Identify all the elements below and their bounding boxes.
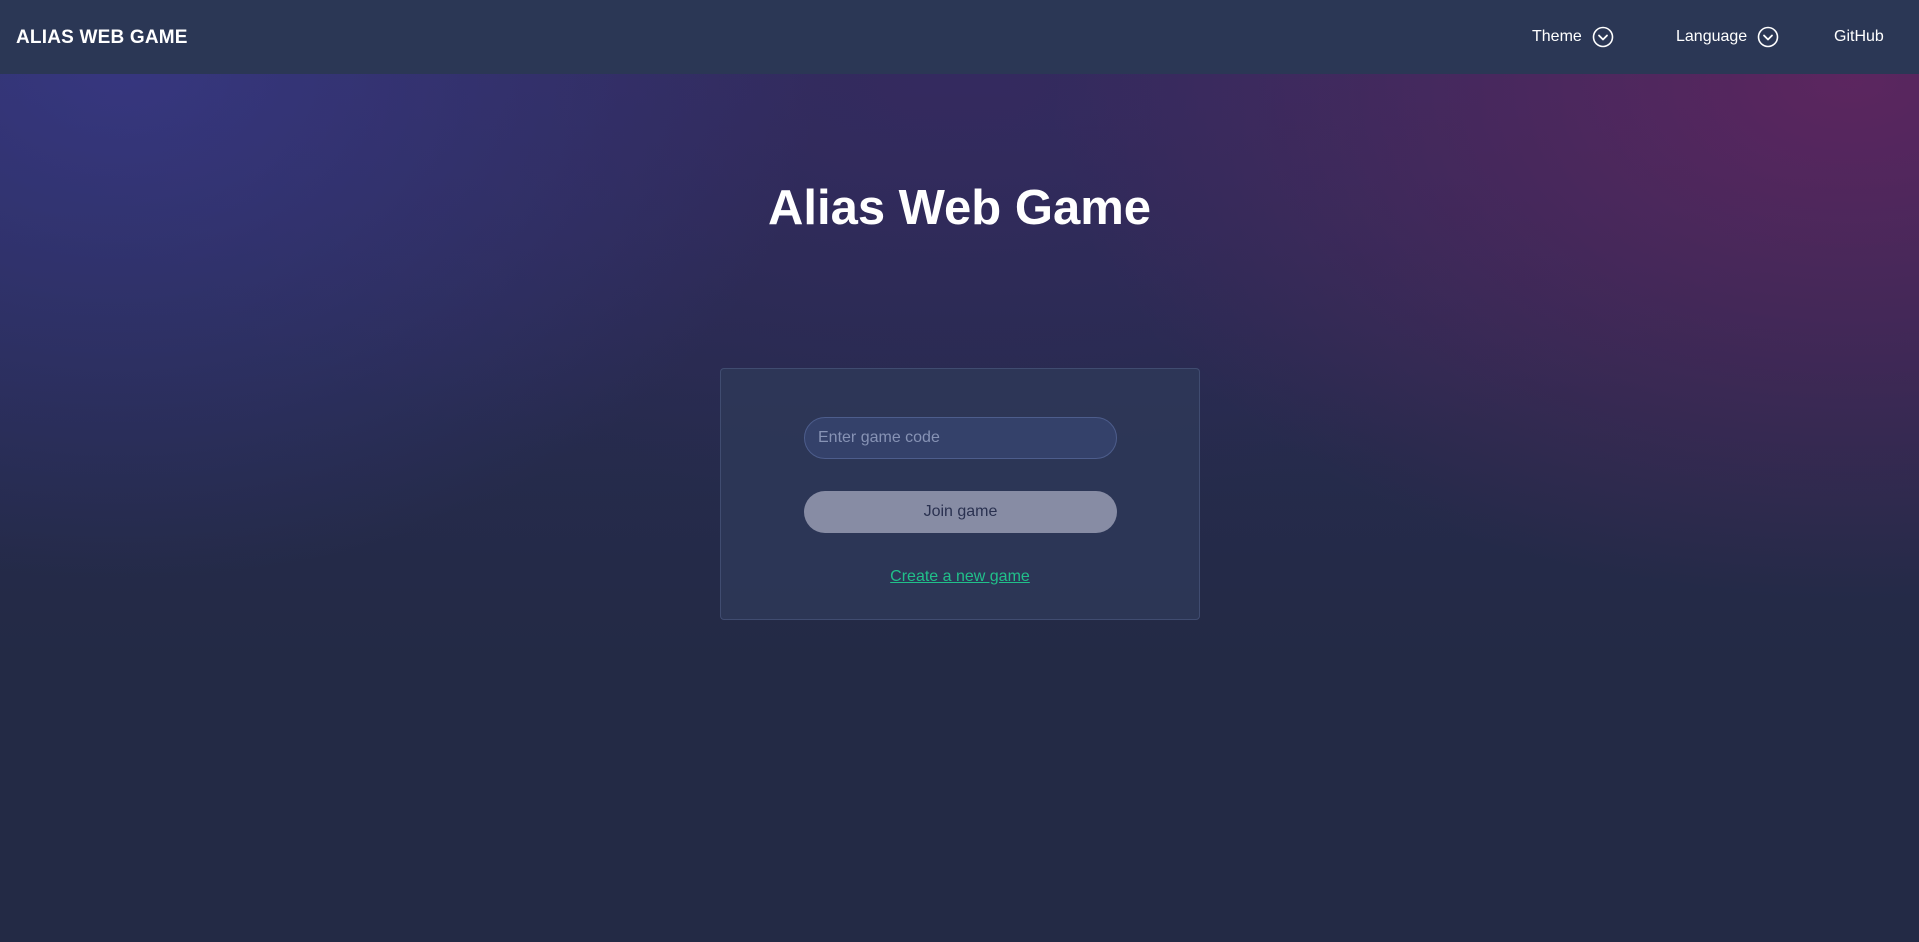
join-game-card: Join game Create a new game (720, 368, 1200, 620)
chevron-down-icon (1592, 26, 1614, 48)
theme-dropdown[interactable]: Theme (1532, 0, 1614, 74)
top-navbar: ALIAS WEB GAME Theme Language GitHub (0, 0, 1919, 74)
brand-logo-text[interactable]: ALIAS WEB GAME (16, 0, 188, 74)
language-dropdown[interactable]: Language (1676, 0, 1779, 74)
language-label: Language (1676, 28, 1748, 45)
theme-label: Theme (1532, 28, 1582, 45)
github-link[interactable]: GitHub (1834, 0, 1884, 74)
chevron-down-icon (1757, 26, 1779, 48)
create-new-game-link[interactable]: Create a new game (721, 568, 1199, 586)
page-title: Alias Web Game (767, 181, 1152, 235)
join-game-button[interactable]: Join game (804, 491, 1117, 533)
game-code-input[interactable] (804, 417, 1117, 459)
